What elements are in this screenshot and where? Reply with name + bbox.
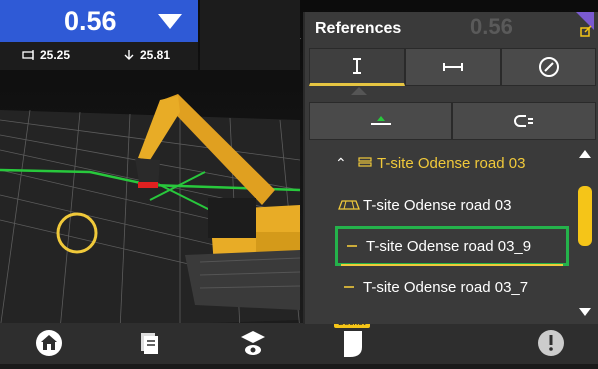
line-icon [338, 244, 366, 248]
secondary-readout [200, 0, 300, 70]
cut-fill-readout[interactable]: 0.56 25.25 25.81 [0, 0, 198, 70]
documents-button[interactable] [132, 326, 166, 360]
surface-icon [370, 116, 391, 125]
home-icon [36, 330, 62, 356]
popout-button[interactable] [580, 24, 592, 37]
bucket-button[interactable] [336, 326, 370, 360]
documents-icon [141, 333, 158, 354]
bucket-icon [344, 331, 362, 357]
home-button[interactable] [32, 326, 66, 360]
tab-compass[interactable] [501, 48, 596, 86]
subtab-surface[interactable] [309, 102, 452, 140]
list-item-selected[interactable]: T-site Odense road 03_9 [335, 226, 569, 266]
list-item-label: T-site Odense road 03 [363, 196, 512, 214]
left-height-value: 25.25 [40, 48, 71, 62]
scroll-up-icon[interactable] [579, 150, 591, 158]
reference-subtabs [309, 102, 596, 140]
magnet-icon [514, 115, 533, 127]
bottom-toolbar [0, 323, 598, 364]
subtab-magnet[interactable] [452, 102, 596, 140]
readout-value: 0.56 [64, 6, 117, 36]
list-item-label: T-site Odense road 03_9 [366, 237, 532, 255]
reference-list: ⌃ T-site Odense road 03 T-site Odense ro… [309, 144, 596, 320]
list-scrollbar[interactable] [576, 150, 594, 316]
surface-view-icon [241, 331, 265, 355]
horizontal-measure-icon [443, 63, 463, 71]
list-item[interactable]: T-site Odense road 03 [335, 188, 565, 222]
list-item[interactable]: T-site Odense road 03_7 [335, 270, 565, 304]
chevron-up-icon[interactable]: ⌃ [335, 155, 353, 172]
references-panel: 0.56 References ⌃ T-site Odense road 03 … [303, 12, 598, 324]
tab-vertical[interactable] [309, 48, 405, 86]
scroll-thumb[interactable] [578, 186, 592, 246]
left-height-icon [22, 48, 36, 60]
popout-icon [580, 25, 592, 37]
road-surface-icon [335, 199, 363, 211]
scroll-down-icon[interactable] [579, 308, 591, 316]
ghost-readout: 0.56 [470, 14, 513, 39]
selection-underline [341, 264, 563, 266]
line-icon [335, 285, 363, 289]
warning-button[interactable] [534, 326, 568, 360]
list-item-label: T-site Odense road 03_7 [363, 278, 529, 296]
tab-horizontal[interactable] [405, 48, 501, 86]
list-header-label: T-site Odense road 03 [377, 154, 526, 172]
right-height-value: 25.81 [140, 48, 171, 62]
compass-icon [538, 57, 559, 77]
panel-title: References [315, 20, 402, 37]
tab-pointer-icon [351, 87, 367, 95]
vertical-measure-icon [353, 58, 361, 74]
reference-tabs [309, 48, 596, 86]
right-height-icon [122, 48, 136, 60]
down-arrow-icon [158, 14, 182, 29]
list-header-item[interactable]: ⌃ T-site Odense road 03 [335, 146, 565, 180]
alert-icon [538, 330, 564, 356]
view-button[interactable] [236, 326, 270, 360]
layers-icon [353, 157, 377, 169]
